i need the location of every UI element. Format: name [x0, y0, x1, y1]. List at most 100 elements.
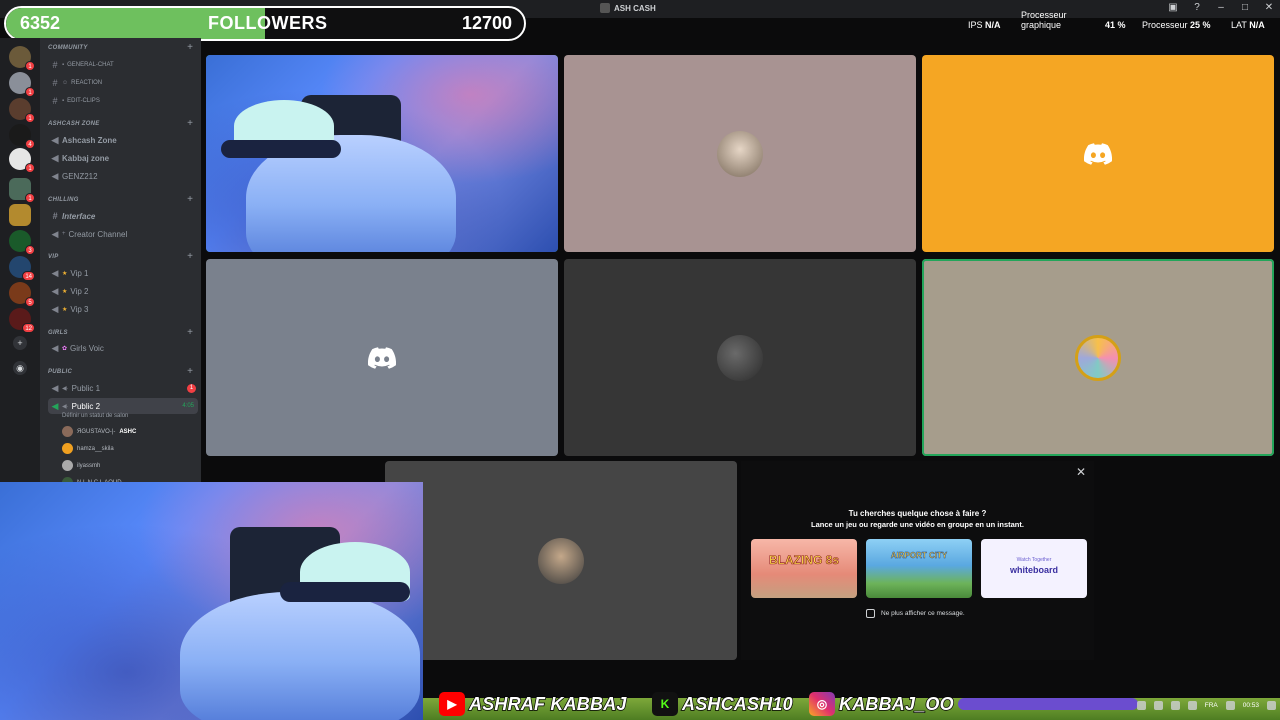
voice-member[interactable]: ЯGUSTAVO-|- ASHC [62, 426, 136, 437]
server-avatar[interactable] [9, 204, 31, 226]
star-icon: ★ [62, 270, 68, 277]
server-avatar[interactable]: 1 [9, 148, 35, 173]
speaker-icon: ◀ [51, 134, 59, 145]
channel-girls-voic[interactable]: ◀ ✿ Girls Voic [48, 340, 198, 356]
channel-edit-clips[interactable]: # ▪ EDIT-CLIPS [48, 93, 198, 109]
followers-goal-bar: 6352 FOLLOWERS 12700 [4, 6, 526, 41]
voice-member[interactable]: hamza__skila [62, 443, 114, 454]
star-icon: ★ [62, 288, 68, 295]
window-controls: ▣ ? – □ ✕ [1166, 2, 1276, 13]
video-tile-user[interactable] [922, 55, 1274, 252]
server-avatar[interactable]: 4 [9, 124, 35, 149]
channel-public1[interactable]: ◀ ◀· Public 11 [48, 380, 198, 396]
plus-icon[interactable]: + [187, 118, 193, 129]
category-ashcash-zone[interactable]: ASHCASH ZONE [48, 121, 100, 127]
activity-card-blazing-8s[interactable]: BLAZING 8s [751, 539, 857, 598]
streamer-webcam-overlay [0, 482, 423, 720]
video-tile-user[interactable] [206, 259, 558, 456]
channel-creator[interactable]: ◀ + Creator Channel [48, 226, 198, 242]
server-avatar[interactable]: 1 [9, 46, 35, 71]
server-icon [600, 3, 610, 13]
webcam-feed [206, 55, 558, 252]
keyboard-language[interactable]: FRA [1205, 702, 1218, 709]
cpu-stat: Processeur 25 % [1142, 20, 1211, 30]
plus-icon[interactable]: + [187, 194, 193, 205]
channel-vip3[interactable]: ◀ ★ Vip 3 [48, 301, 198, 317]
clock[interactable]: 00:53 [1243, 702, 1259, 709]
plus-icon[interactable]: + [187, 366, 193, 377]
speaker-icon: ◀ [51, 303, 59, 314]
maximize-button[interactable]: □ [1238, 2, 1252, 13]
gpu-label: Processeur graphique [1021, 10, 1067, 30]
ips-stat: IPS N/A [968, 20, 1001, 30]
channel-vip2[interactable]: ◀ ★ Vip 2 [48, 283, 198, 299]
server-avatar[interactable]: 1 [9, 98, 35, 123]
category-chilling[interactable]: CHILLING [48, 197, 79, 203]
speaker-icon: ◀ [51, 152, 59, 163]
window-title: ASH CASH [600, 3, 656, 13]
category-community[interactable]: COMMUNITY [48, 45, 88, 51]
video-tile-user[interactable] [564, 259, 916, 456]
plus-icon[interactable]: + [187, 42, 193, 53]
video-tile-user[interactable] [564, 55, 916, 252]
dont-show-again-checkbox[interactable]: Ne plus afficher ce message. [866, 609, 965, 618]
minimize-button[interactable]: – [1214, 2, 1228, 13]
gpu-value: 41 % [1105, 20, 1126, 30]
speaker-icon: ◀ [51, 228, 59, 239]
activity-description: Lance un jeu ou regarde une vidéo en gro… [811, 520, 1024, 529]
category-public[interactable]: PUBLIC [48, 369, 72, 375]
activity-card-whiteboard[interactable]: Watch Together whiteboard [981, 539, 1087, 598]
server-avatar[interactable]: 1 [9, 178, 35, 203]
help-icon[interactable]: ? [1190, 2, 1204, 13]
channel-genz212[interactable]: ◀ GENZ212 [48, 168, 198, 184]
video-tile-user[interactable] [922, 259, 1274, 456]
notification-icon[interactable] [1267, 701, 1276, 710]
channel-kabbaj-zone[interactable]: ◀ Kabbaj zone [48, 150, 198, 166]
server-rail: 1 1 1 4 1 1 3 14 5 12 + ◉ [0, 38, 40, 488]
channel-reaction[interactable]: # ☺ REACTION [48, 75, 198, 91]
avatar [1075, 335, 1121, 381]
category-vip[interactable]: VIP [48, 254, 59, 260]
video-tile-user[interactable] [385, 461, 737, 660]
screen-share-icon[interactable]: ▣ [1166, 2, 1180, 13]
discord-logo-icon [1084, 143, 1112, 165]
video-tile-camera[interactable] [206, 55, 558, 252]
speaker-icon: ◀ [51, 342, 59, 353]
server-avatar[interactable]: 1 [9, 72, 35, 97]
tray-icon[interactable] [1170, 701, 1180, 710]
channel-public2[interactable]: ◀ ◀· Public 2 4:05 [48, 398, 198, 414]
close-button[interactable]: ✕ [1262, 2, 1276, 13]
tray-icon[interactable] [1153, 701, 1163, 710]
youtube-handle: ▶ ASHRAF KABBAJ [439, 692, 627, 716]
category-girls[interactable]: GIRLS [48, 330, 68, 336]
channel-general-chat[interactable]: # ▪ GENERAL-CHAT [48, 57, 198, 73]
channel-status-hint[interactable]: Définir un statut de salon [62, 413, 128, 419]
activity-card-airport-city[interactable]: AIRPORT CITY [866, 539, 972, 598]
server-avatar[interactable]: 5 [9, 282, 35, 307]
plus-icon[interactable]: + [187, 251, 193, 262]
close-icon[interactable]: ✕ [1076, 465, 1086, 479]
checkbox [866, 609, 875, 618]
plus-icon[interactable]: + [187, 327, 193, 338]
speaker-icon: ◀ [51, 400, 59, 411]
channel-interface[interactable]: # Interface [48, 208, 198, 224]
server-avatar[interactable]: 3 [9, 230, 35, 255]
followers-label: FOLLOWERS [208, 13, 328, 33]
add-server-icon[interactable]: + [13, 336, 27, 350]
channel-ashcash-zone[interactable]: ◀ Ashcash Zone [48, 132, 198, 148]
discord-logo-icon [368, 347, 396, 369]
decorative-pill [958, 698, 1138, 710]
server-avatar[interactable]: 12 [9, 308, 35, 333]
explore-icon[interactable]: ◉ [13, 361, 27, 375]
tray-icon[interactable] [1187, 701, 1197, 710]
star-icon: ★ [62, 306, 68, 313]
speaker-icon: ◀ [51, 285, 59, 296]
tray-icon[interactable] [1225, 701, 1235, 710]
social-banner: ▶ ASHRAF KABBAJ K ASHCASH10 ◎ KABBAJ_OO … [423, 688, 1280, 720]
tray-icon[interactable] [1136, 701, 1146, 710]
channel-vip1[interactable]: ◀ ★ Vip 1 [48, 265, 198, 281]
server-avatar[interactable]: 14 [9, 256, 35, 281]
voice-member[interactable]: ilyassmh [62, 460, 100, 471]
avatar [717, 131, 763, 177]
avatar [62, 460, 73, 471]
